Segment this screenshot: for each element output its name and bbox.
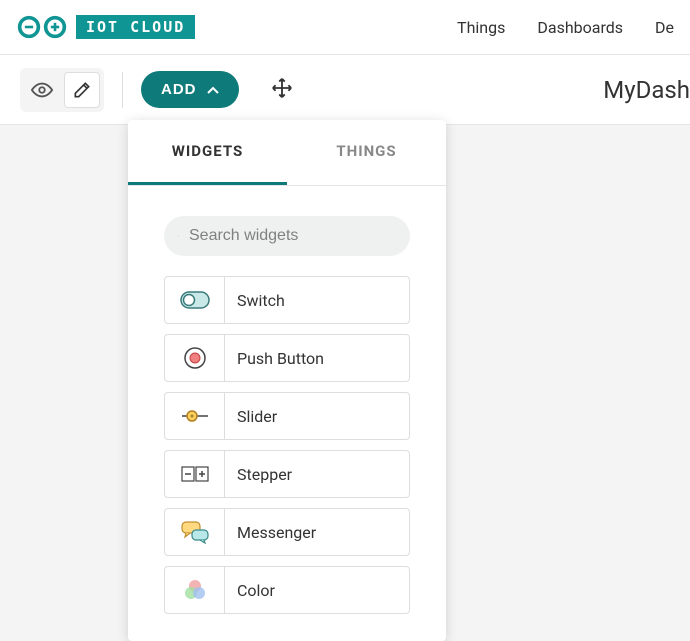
brand-logo[interactable]: IOT CLOUD [16,12,195,42]
edit-mode-button[interactable] [64,72,100,108]
search-field[interactable] [164,216,410,256]
widget-item-switch[interactable]: Switch [164,276,410,324]
add-dropdown: WIDGETS THINGS Switch Push Button Slider [128,120,446,641]
topbar: IOT CLOUD Things Dashboards De [0,0,690,55]
widget-label: Messenger [225,523,316,542]
search-input[interactable] [189,227,396,245]
dropdown-tabs: WIDGETS THINGS [128,120,446,186]
widget-label: Slider [225,407,277,426]
widget-item-stepper[interactable]: Stepper [164,450,410,498]
tab-widgets[interactable]: WIDGETS [128,120,287,185]
messenger-icon [165,509,225,555]
widget-label: Stepper [225,465,292,484]
slider-icon [165,393,225,439]
widget-item-color[interactable]: Color [164,566,410,614]
nav-de[interactable]: De [655,18,674,37]
nav-things[interactable]: Things [457,18,505,37]
view-mode-button[interactable] [24,72,60,108]
brand-badge: IOT CLOUD [76,15,195,39]
dashboard-title: MyDash [603,76,690,104]
color-icon [165,567,225,613]
stepper-icon [165,451,225,497]
eye-icon [31,79,53,101]
push-button-icon [165,335,225,381]
move-icon [271,77,293,99]
main-nav: Things Dashboards De [457,18,674,37]
toolbar: ADD MyDash [0,55,690,125]
view-mode-toggle [20,68,104,112]
switch-icon [165,277,225,323]
arduino-logo-icon [16,12,68,42]
add-button[interactable]: ADD [141,71,239,108]
search-wrap [128,186,446,276]
add-button-label: ADD [161,81,197,98]
widget-list[interactable]: Switch Push Button Slider Stepper Messen [128,276,446,641]
widget-label: Color [225,581,275,600]
nav-dashboards[interactable]: Dashboards [537,18,623,37]
widget-label: Push Button [225,349,324,368]
chevron-up-icon [207,81,219,98]
widget-item-push-button[interactable]: Push Button [164,334,410,382]
widget-item-messenger[interactable]: Messenger [164,508,410,556]
toolbar-divider [122,72,123,108]
pencil-icon [72,80,92,100]
widget-label: Switch [225,291,285,310]
widget-item-slider[interactable]: Slider [164,392,410,440]
search-icon [178,226,179,246]
tab-things[interactable]: THINGS [287,120,446,185]
move-button[interactable] [265,71,299,108]
